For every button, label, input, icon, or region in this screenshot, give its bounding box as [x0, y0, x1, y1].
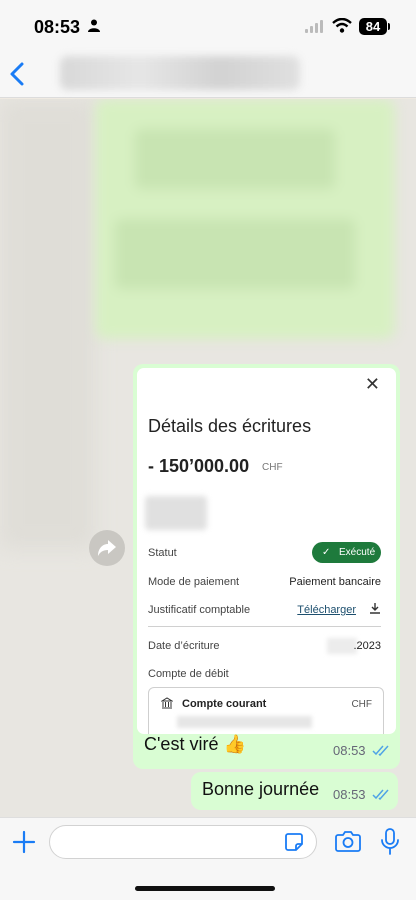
- message-text: Bonne journée: [202, 779, 320, 799]
- battery-tip: [388, 23, 390, 30]
- account-name: Compte courant: [182, 698, 267, 710]
- battery-level: 84: [359, 18, 387, 35]
- details-title: Détails des écritures: [148, 416, 312, 436]
- voucher-label: Justificatif comptable: [148, 604, 251, 616]
- divider: [148, 626, 381, 627]
- image-caption: C'est viré 👍: [144, 734, 246, 754]
- forward-icon: [98, 540, 116, 556]
- redacted-message: [95, 99, 395, 339]
- wallpaper-blur: [0, 99, 95, 549]
- amount: - 150’000.00: [148, 456, 250, 476]
- booking-date-value: .2023: [353, 640, 381, 652]
- debit-account-label: Compte de débit: [148, 668, 229, 680]
- read-ticks-icon: [372, 745, 389, 756]
- download-icon: [370, 603, 380, 614]
- check-icon: ✓: [322, 547, 331, 558]
- account-card: Compte courant CHF: [148, 687, 384, 734]
- amount-currency: CHF: [262, 462, 283, 473]
- chat-area[interactable]: ✕ Détails des écritures - 150’000.00 CHF…: [0, 99, 416, 817]
- read-ticks-icon: [372, 789, 389, 800]
- payment-mode-label: Mode de paiement: [148, 576, 240, 588]
- camera-icon[interactable]: [335, 830, 361, 852]
- microphone-icon[interactable]: [381, 828, 399, 856]
- plus-icon[interactable]: [12, 830, 36, 854]
- payment-mode-value: Paiement bancaire: [289, 576, 381, 588]
- account-currency: CHF: [351, 699, 372, 710]
- contact-name-redacted[interactable]: [60, 56, 300, 90]
- message-time: 08:53: [333, 743, 366, 758]
- text-message-bubble[interactable]: Bonne journée 08:53: [191, 772, 398, 810]
- wifi-icon: [332, 18, 352, 33]
- status-label: Statut: [148, 547, 177, 559]
- booking-date-label: Date d’écriture: [148, 640, 220, 652]
- payee-redacted: [145, 496, 207, 530]
- status-badge: ✓ Exécuté: [312, 542, 381, 563]
- bank-icon: [161, 697, 173, 709]
- download-link: Télécharger: [297, 604, 356, 616]
- back-chevron-icon[interactable]: [6, 60, 30, 88]
- person-icon: [88, 19, 100, 32]
- status-value: Exécuté: [339, 547, 376, 558]
- message-time: 08:53: [333, 787, 366, 802]
- home-indicator: [135, 886, 275, 891]
- composer-bar: [0, 817, 416, 900]
- image-message-bubble[interactable]: ✕ Détails des écritures - 150’000.00 CHF…: [133, 364, 400, 769]
- signal-icon: [305, 20, 323, 33]
- iban-redacted: [177, 716, 312, 728]
- status-bar: 08:53 84: [0, 0, 416, 50]
- close-icon: ✕: [364, 374, 380, 394]
- status-time: 08:53: [34, 17, 81, 37]
- chat-header: [0, 50, 416, 98]
- sticker-icon[interactable]: [284, 832, 304, 852]
- forward-button[interactable]: [89, 530, 125, 566]
- payment-screenshot[interactable]: ✕ Détails des écritures - 150’000.00 CHF…: [137, 368, 396, 734]
- message-input[interactable]: [49, 825, 317, 859]
